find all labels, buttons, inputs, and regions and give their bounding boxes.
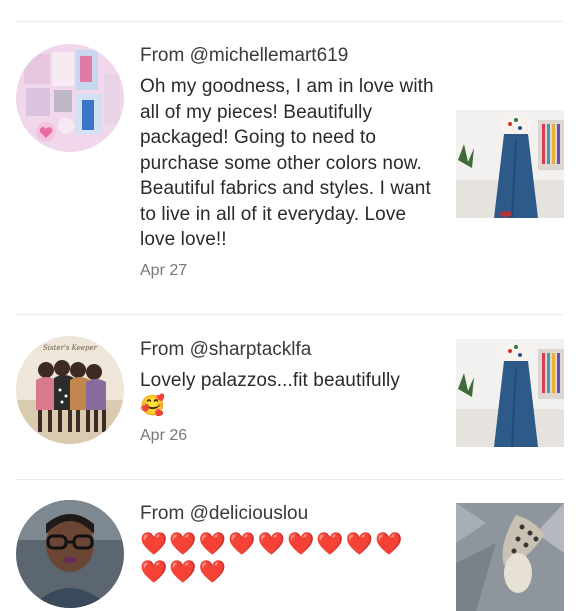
heart-emojis: ❤️❤️❤️❤️❤️❤️❤️❤️❤️❤️❤️❤️ [140, 531, 405, 584]
review-date: Apr 26 [140, 427, 188, 444]
smiling-face-hearts-emoji: 🥰 [140, 394, 166, 417]
collage-avatar-icon [16, 44, 124, 152]
woman-glasses-avatar-icon [16, 500, 124, 608]
sisters-artwork-avatar-icon: Sister's Keeper [16, 336, 124, 444]
reviewer-avatar[interactable] [16, 500, 124, 608]
snake-print-sandal-photo-icon [456, 503, 564, 611]
svg-text:Sister's Keeper: Sister's Keeper [43, 344, 98, 352]
review-photo[interactable] [456, 503, 564, 611]
reviewer-avatar[interactable]: Sister's Keeper [16, 336, 124, 444]
reviewer-name[interactable]: From @michellemart619 [140, 45, 348, 67]
review-divider [16, 314, 564, 315]
review-text: Oh my goodness, I am in love with all of… [140, 76, 434, 250]
review-photo[interactable] [456, 339, 564, 447]
review-divider [16, 479, 564, 480]
reviewer-avatar[interactable] [16, 44, 124, 152]
wide-leg-jeans-photo-icon [456, 339, 564, 447]
review-text: Lovely palazzos...fit beautifully 🥰 [140, 368, 430, 419]
review-text-content: Lovely palazzos...fit beautifully [140, 370, 400, 391]
reviewer-name[interactable]: From @sharptacklfa [140, 339, 311, 361]
wide-leg-jeans-photo-icon [456, 110, 564, 218]
review-date: Apr 27 [140, 262, 188, 279]
reviewer-name[interactable]: From @deliciouslou [140, 503, 308, 525]
review-item: From @michellemart619 Oh my goodness, I … [0, 0, 580, 300]
review-photo[interactable] [456, 110, 564, 218]
